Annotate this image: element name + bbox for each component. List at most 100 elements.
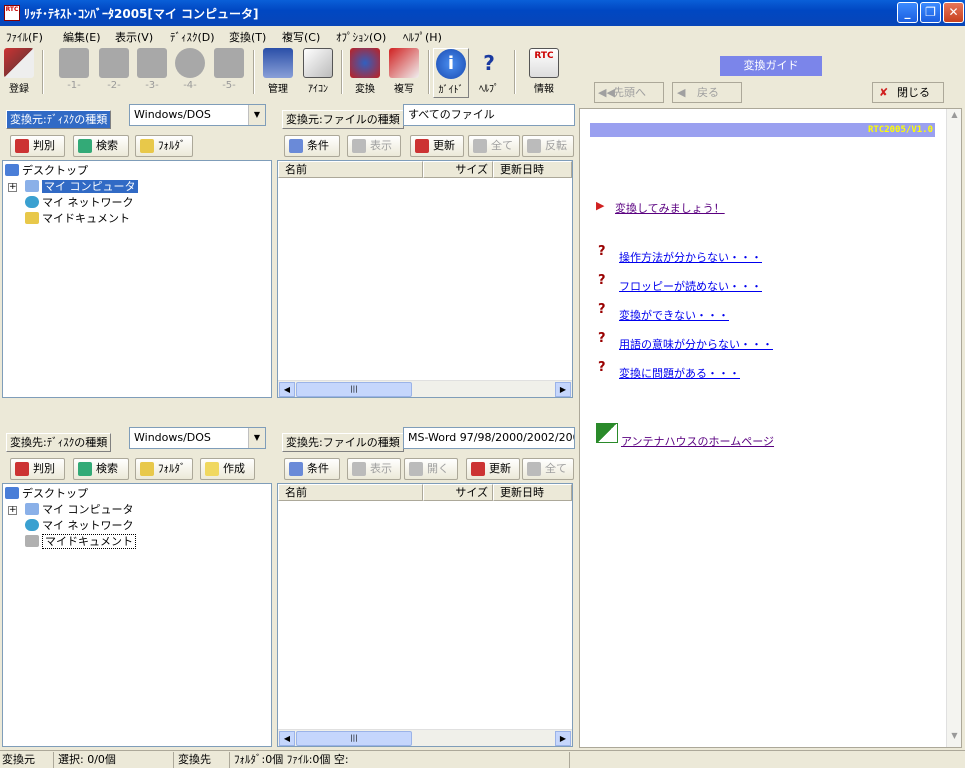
chevron-down-icon[interactable]: ▼ <box>248 428 265 448</box>
status-selection: 選択: 0/0個 <box>56 752 174 768</box>
guide-button[interactable]: i ｶﾞｲﾄﾞ <box>433 48 469 98</box>
col-header-name[interactable]: 名前 <box>278 484 423 501</box>
dst-disk-combo[interactable]: Windows/DOS ▼ <box>129 427 266 449</box>
copy-button[interactable]: 複写 <box>386 48 422 98</box>
guide-banner: RTC2005/V1.0 <box>590 123 935 137</box>
menu-edit[interactable]: 編集(E) <box>63 29 101 45</box>
src-refresh-button[interactable]: 更新 <box>410 135 464 157</box>
slot5-button[interactable]: -5- <box>211 48 247 98</box>
guide-vscrollbar[interactable]: ▲ ▼ <box>946 109 961 747</box>
src-folder-button[interactable]: ﾌｫﾙﾀﾞ <box>135 135 193 157</box>
tree-item-my-documents[interactable]: マイドキュメント <box>25 211 130 227</box>
dst-all-button[interactable]: 全て <box>522 458 574 480</box>
icon-button[interactable]: ｱｲｺﾝ <box>300 48 336 98</box>
src-all-button[interactable]: 全て <box>468 135 520 157</box>
dst-folder-button[interactable]: ﾌｫﾙﾀﾞ <box>135 458 193 480</box>
dst-search-button[interactable]: 検索 <box>73 458 129 480</box>
dst-open-button[interactable]: 開く <box>404 458 458 480</box>
tree-item-my-network[interactable]: マイ ネットワーク <box>25 518 134 534</box>
close-button[interactable]: ✕ <box>943 2 964 23</box>
status-bar: 変換元 選択: 0/0個 変換先 ﾌｫﾙﾀﾞ:0個 ﾌｧｲﾙ:0個 空: <box>0 750 965 768</box>
guide-close-button[interactable]: ✘ 閉じる <box>872 82 944 103</box>
dst-disk-value: Windows/DOS <box>134 431 211 444</box>
dst-file-combo[interactable]: MS-Word 97/98/2000/2002/2003 <box>403 427 575 449</box>
tree-item-my-computer[interactable]: マイ コンピュータ <box>25 502 134 518</box>
slot2-button[interactable]: -2- <box>96 48 132 98</box>
dst-folder-tree[interactable]: デスクトップ + マイ コンピュータ マイ ネットワーク マイドキュメント <box>2 483 272 747</box>
dst-hscrollbar[interactable]: ◀ ||| ▶ <box>278 729 572 746</box>
guide-tab[interactable]: 変換ガイド <box>720 56 822 76</box>
src-invert-button[interactable]: 反転 <box>522 135 574 157</box>
tree-item-my-documents[interactable]: マイドキュメント <box>25 534 136 550</box>
src-judge-button[interactable]: 判別 <box>10 135 65 157</box>
col-header-date[interactable]: 更新日時 <box>493 161 572 178</box>
try-convert-link[interactable]: 変換してみましょう！ <box>615 200 725 216</box>
antennahouse-home-link[interactable]: アンテナハウスのホームページ <box>621 433 774 449</box>
guide-back-button[interactable]: ◀ 戻る <box>672 82 742 103</box>
dst-refresh-button[interactable]: 更新 <box>466 458 520 480</box>
src-search-button[interactable]: 検索 <box>73 135 129 157</box>
menu-view[interactable]: 表示(V) <box>115 29 153 45</box>
title-bar[interactable]: RTC ﾘｯﾁ･ﾃｷｽﾄ･ｺﾝﾊﾞｰﾀ2005[マイ コンピュータ] _ ❐ ✕ <box>0 0 965 26</box>
minimize-button[interactable]: _ <box>897 2 918 23</box>
src-disk-combo[interactable]: Windows/DOS ▼ <box>129 104 266 126</box>
scroll-right-icon[interactable]: ▶ <box>555 382 571 397</box>
scroll-thumb[interactable]: ||| <box>296 382 412 397</box>
scroll-up-icon[interactable]: ▲ <box>948 110 961 125</box>
dst-cond-button[interactable]: 条件 <box>284 458 340 480</box>
help-link-problem[interactable]: 変換に問題がある・・・ <box>619 365 740 381</box>
menu-help[interactable]: ﾍﾙﾌﾟ(H) <box>403 29 442 45</box>
dst-create-button[interactable]: 作成 <box>200 458 255 480</box>
tree-item-desktop[interactable]: デスクトップ <box>5 486 88 502</box>
scroll-down-icon[interactable]: ▼ <box>948 731 961 746</box>
src-show-button[interactable]: 表示 <box>347 135 401 157</box>
col-header-size[interactable]: サイズ <box>423 161 493 178</box>
help-link-cannot-convert[interactable]: 変換ができない・・・ <box>619 307 729 323</box>
help-link-floppy[interactable]: フロッピーが読めない・・・ <box>619 278 762 294</box>
src-folder-tree[interactable]: デスクトップ + マイ コンピュータ マイ ネットワーク マイドキュメント <box>2 160 272 398</box>
tree-item-my-computer[interactable]: マイ コンピュータ <box>25 179 138 195</box>
menu-copy[interactable]: 複写(C) <box>282 29 320 45</box>
maximize-button[interactable]: ❐ <box>920 2 941 23</box>
dst-show-button[interactable]: 表示 <box>347 458 401 480</box>
help-button[interactable]: ? ﾍﾙﾌﾟ <box>471 48 507 98</box>
scroll-right-icon[interactable]: ▶ <box>555 731 571 746</box>
dst-file-list[interactable]: 名前 サイズ 更新日時 ◀ ||| ▶ <box>277 483 573 747</box>
expand-icon[interactable]: + <box>8 506 17 515</box>
help-link-operation[interactable]: 操作方法が分からない・・・ <box>619 249 762 265</box>
slot4-button[interactable]: -4- <box>172 48 208 98</box>
dst-judge-button[interactable]: 判別 <box>10 458 65 480</box>
menu-disk[interactable]: ﾃﾞｨｽｸ(D) <box>170 29 215 45</box>
network-icon <box>25 519 39 531</box>
scroll-left-icon[interactable]: ◀ <box>279 731 295 746</box>
src-cond-button[interactable]: 条件 <box>284 135 340 157</box>
src-file-list[interactable]: 名前 サイズ 更新日時 ◀ ||| ▶ <box>277 160 573 398</box>
src-hscrollbar[interactable]: ◀ ||| ▶ <box>278 380 572 397</box>
expand-icon[interactable]: + <box>8 183 17 192</box>
menu-options[interactable]: ｵﾌﾟｼｮﾝ(O) <box>336 29 386 45</box>
convert-button[interactable]: 変換 <box>347 48 383 98</box>
icon-label: ｱｲｺﾝ <box>308 84 328 95</box>
tree-item-my-network[interactable]: マイ ネットワーク <box>25 195 134 211</box>
col-header-date[interactable]: 更新日時 <box>493 484 572 501</box>
src-file-combo[interactable]: すべてのファイル <box>403 104 575 126</box>
app-icon[interactable]: RTC <box>4 5 20 21</box>
col-header-name[interactable]: 名前 <box>278 161 423 178</box>
register-button[interactable]: 登録 <box>1 48 37 98</box>
guide-label: ｶﾞｲﾄﾞ <box>438 85 464 96</box>
scroll-left-icon[interactable]: ◀ <box>279 382 295 397</box>
scroll-thumb[interactable]: ||| <box>296 731 412 746</box>
guide-first-button[interactable]: ◀◀ 先頭へ <box>594 82 664 103</box>
slot3-button[interactable]: -3- <box>134 48 170 98</box>
info-button[interactable]: RTC 情報 <box>526 48 562 98</box>
chevron-down-icon[interactable]: ▼ <box>248 105 265 125</box>
slot1-button[interactable]: -1- <box>56 48 92 98</box>
src-disk-label: 変換元:ﾃﾞｨｽｸの種類 <box>6 110 112 129</box>
menu-file[interactable]: ﾌｧｲﾙ(F) <box>6 29 43 45</box>
help-link-terms[interactable]: 用語の意味が分からない・・・ <box>619 336 773 352</box>
menu-convert[interactable]: 変換(T) <box>229 29 266 45</box>
toolbar-separator <box>253 50 255 94</box>
manage-button[interactable]: 管理 <box>260 48 296 98</box>
tree-item-desktop[interactable]: デスクトップ <box>5 163 88 179</box>
col-header-size[interactable]: サイズ <box>423 484 493 501</box>
